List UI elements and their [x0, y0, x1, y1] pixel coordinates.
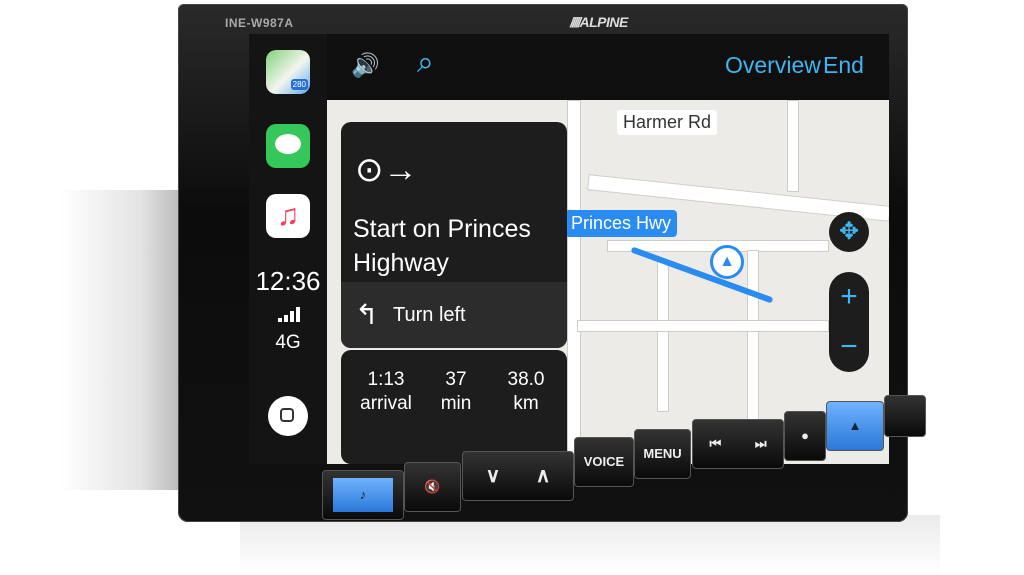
volume-rocker[interactable]: ∨ ∧: [462, 451, 574, 501]
network-type: 4G: [275, 332, 301, 353]
overview-button[interactable]: Overview: [725, 52, 821, 79]
search-icon[interactable]: ⌕: [417, 46, 434, 80]
street-label: Harmer Rd: [617, 110, 718, 135]
maneuver-instruction: Start on Princes Highway: [353, 215, 531, 277]
turn-left-icon: ↰: [355, 299, 379, 330]
next-maneuver: ↰ Turn left: [341, 282, 567, 348]
next-maneuver-label: Turn left: [393, 304, 466, 326]
signal-icon: [278, 307, 300, 322]
voice-hard-button[interactable]: VOICE: [574, 437, 634, 487]
pan-button[interactable]: ✥: [829, 212, 869, 252]
messages-app-icon[interactable]: [266, 124, 310, 168]
route-label: Princes Hwy: [565, 210, 678, 237]
previous-track-button[interactable]: ⏮: [709, 436, 721, 451]
volume-up-button[interactable]: ∧: [536, 465, 551, 487]
zoom-controls: + −: [829, 272, 869, 372]
nav-hard-button[interactable]: ▲: [826, 401, 884, 451]
clock: 12:36: [255, 266, 321, 296]
nav-topbar: 🔊 ⌕ Overview End: [327, 34, 889, 100]
next-track-button[interactable]: ⏭: [755, 436, 767, 451]
location-arrow-icon: ▲: [710, 245, 744, 279]
menu-hard-button[interactable]: MENU: [634, 429, 691, 479]
track-rocker[interactable]: ⏮ ⏭: [692, 419, 784, 469]
music-hard-button[interactable]: ♪: [322, 470, 404, 520]
maps-app-icon[interactable]: 280: [266, 50, 310, 94]
maneuver-icon: ⊙→: [355, 151, 418, 189]
eject-button[interactable]: [884, 395, 926, 437]
maneuver-card: ⊙→ Start on Princes Highway ↰ Turn left: [341, 122, 567, 348]
hardware-button-strip: ♪ 🔇 ∨ ∧ VOICE MENU ⏮ ⏭ ● ▲: [232, 385, 926, 520]
zoom-out-button[interactable]: −: [829, 322, 869, 372]
mute-hard-button[interactable]: 🔇: [404, 462, 461, 512]
end-button[interactable]: End: [823, 52, 864, 79]
reflection: [240, 515, 940, 575]
model-label: INE-W987A: [225, 16, 294, 30]
zoom-in-button[interactable]: +: [829, 272, 869, 322]
volume-icon[interactable]: 🔊: [351, 52, 380, 79]
volume-down-button[interactable]: ∨: [486, 465, 501, 487]
route-shield: 280: [290, 79, 308, 90]
microphone-icon: ●: [784, 411, 826, 461]
music-app-icon[interactable]: ♫: [266, 194, 310, 238]
brand-logo: /////ALPINE: [570, 14, 628, 30]
